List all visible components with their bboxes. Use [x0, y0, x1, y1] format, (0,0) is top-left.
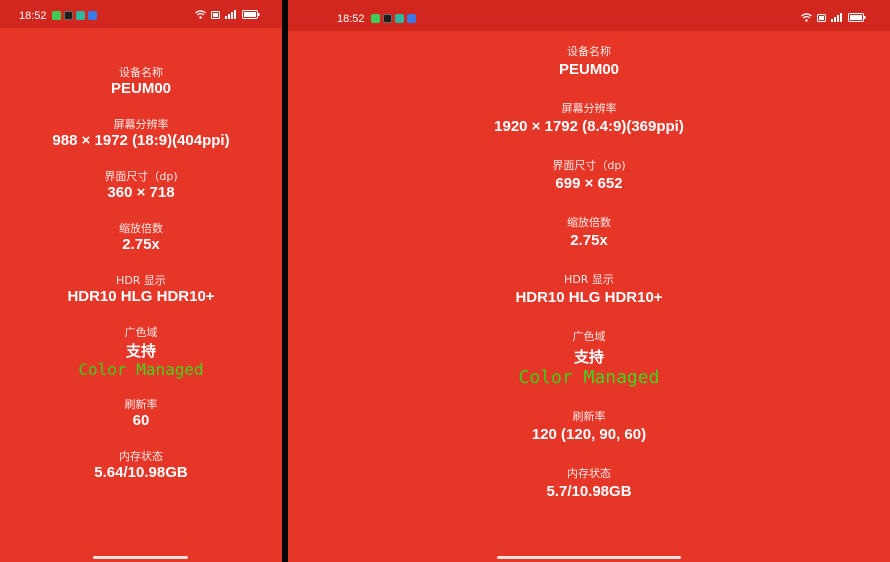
color-managed-overlay: Color Managed — [288, 367, 890, 388]
color-managed-overlay: Color Managed — [0, 360, 282, 379]
resolution-value: 1920 × 1792 (8.4:9)(369ppi) — [494, 118, 684, 135]
wide-gamut-value: 支持 — [125, 343, 156, 360]
refresh-rate-value: 60 — [132, 412, 150, 429]
ui-size-value: 699 × 652 — [555, 175, 623, 192]
resolution-value: 988 × 1972 (18:9)(404ppi) — [52, 132, 230, 149]
app-dark-icon — [383, 14, 392, 23]
overlay-word-managed: Managed — [583, 367, 660, 388]
system-icons — [801, 13, 866, 22]
status-time: 18:52 — [19, 10, 47, 22]
hdr-label: HDR 显示 — [564, 273, 614, 286]
notification-icons — [52, 11, 97, 20]
app-blue-icon — [407, 14, 416, 23]
memory-label: 内存状态 — [119, 450, 163, 463]
hd-icon — [817, 13, 826, 22]
app-teal-icon — [395, 14, 404, 23]
scale-label: 缩放倍数 — [567, 216, 611, 229]
battery-icon — [242, 10, 260, 19]
hdr-value: HDR10 HLG HDR10+ — [67, 288, 215, 305]
app-dark-icon — [64, 11, 73, 20]
scale-label: 缩放倍数 — [119, 222, 163, 235]
scale-value: 2.75x — [122, 236, 160, 253]
memory-value: 5.7/10.98GB — [546, 483, 632, 500]
status-bar: 18:52 — [0, 0, 282, 28]
ui-size-label: 界面尺寸（dp) — [552, 159, 626, 172]
refresh-rate-label: 刷新率 — [572, 410, 606, 423]
refresh-rate-value: 120 (120, 90, 60) — [531, 426, 647, 443]
device-name-value: PEUM00 — [110, 80, 172, 97]
home-indicator[interactable] — [497, 556, 681, 559]
signal-icon — [225, 10, 237, 19]
app-blue-icon — [88, 11, 97, 20]
status-time: 18:52 — [337, 13, 365, 25]
scale-value: 2.75x — [570, 232, 608, 249]
wide-gamut-value: 支持 — [573, 349, 604, 366]
app-green-icon — [371, 14, 380, 23]
app-teal-icon — [76, 11, 85, 20]
hdr-label: HDR 显示 — [116, 274, 166, 287]
device-name-label: 设备名称 — [119, 66, 163, 79]
memory-value: 5.64/10.98GB — [94, 464, 188, 481]
resolution-label: 屏幕分辨率 — [561, 102, 617, 115]
overlay-word-managed: Managed — [136, 360, 204, 379]
left-screen: 18:52 设备名称 PEUM00 屏幕分辨率 988 × 1972 (18:9… — [0, 0, 282, 562]
wide-gamut-label: 广色域 — [124, 326, 158, 339]
home-indicator[interactable] — [93, 556, 188, 559]
overlay-word-color: Color — [78, 360, 127, 379]
device-name-label: 设备名称 — [567, 45, 611, 58]
status-bar: 18:52 — [288, 0, 890, 31]
battery-icon — [848, 13, 866, 22]
app-green-icon — [52, 11, 61, 20]
right-screen: 18:52 设备名称 PEUM00 屏幕分辨率 1920 × 1792 (8.4… — [288, 0, 890, 562]
ui-size-label: 界面尺寸（dp) — [104, 170, 178, 183]
signal-icon — [831, 13, 843, 22]
hdr-value: HDR10 HLG HDR10+ — [515, 289, 663, 306]
overlay-word-color: Color — [518, 367, 573, 388]
system-icons — [195, 10, 260, 19]
refresh-rate-label: 刷新率 — [124, 398, 158, 411]
device-name-value: PEUM00 — [558, 61, 620, 78]
resolution-label: 屏幕分辨率 — [113, 118, 169, 131]
wide-gamut-label: 广色域 — [572, 330, 606, 343]
notification-icons — [371, 14, 416, 23]
wifi-icon — [801, 13, 812, 22]
ui-size-value: 360 × 718 — [107, 184, 175, 201]
hd-icon — [211, 10, 220, 19]
wifi-icon — [195, 10, 206, 19]
memory-label: 内存状态 — [567, 467, 611, 480]
